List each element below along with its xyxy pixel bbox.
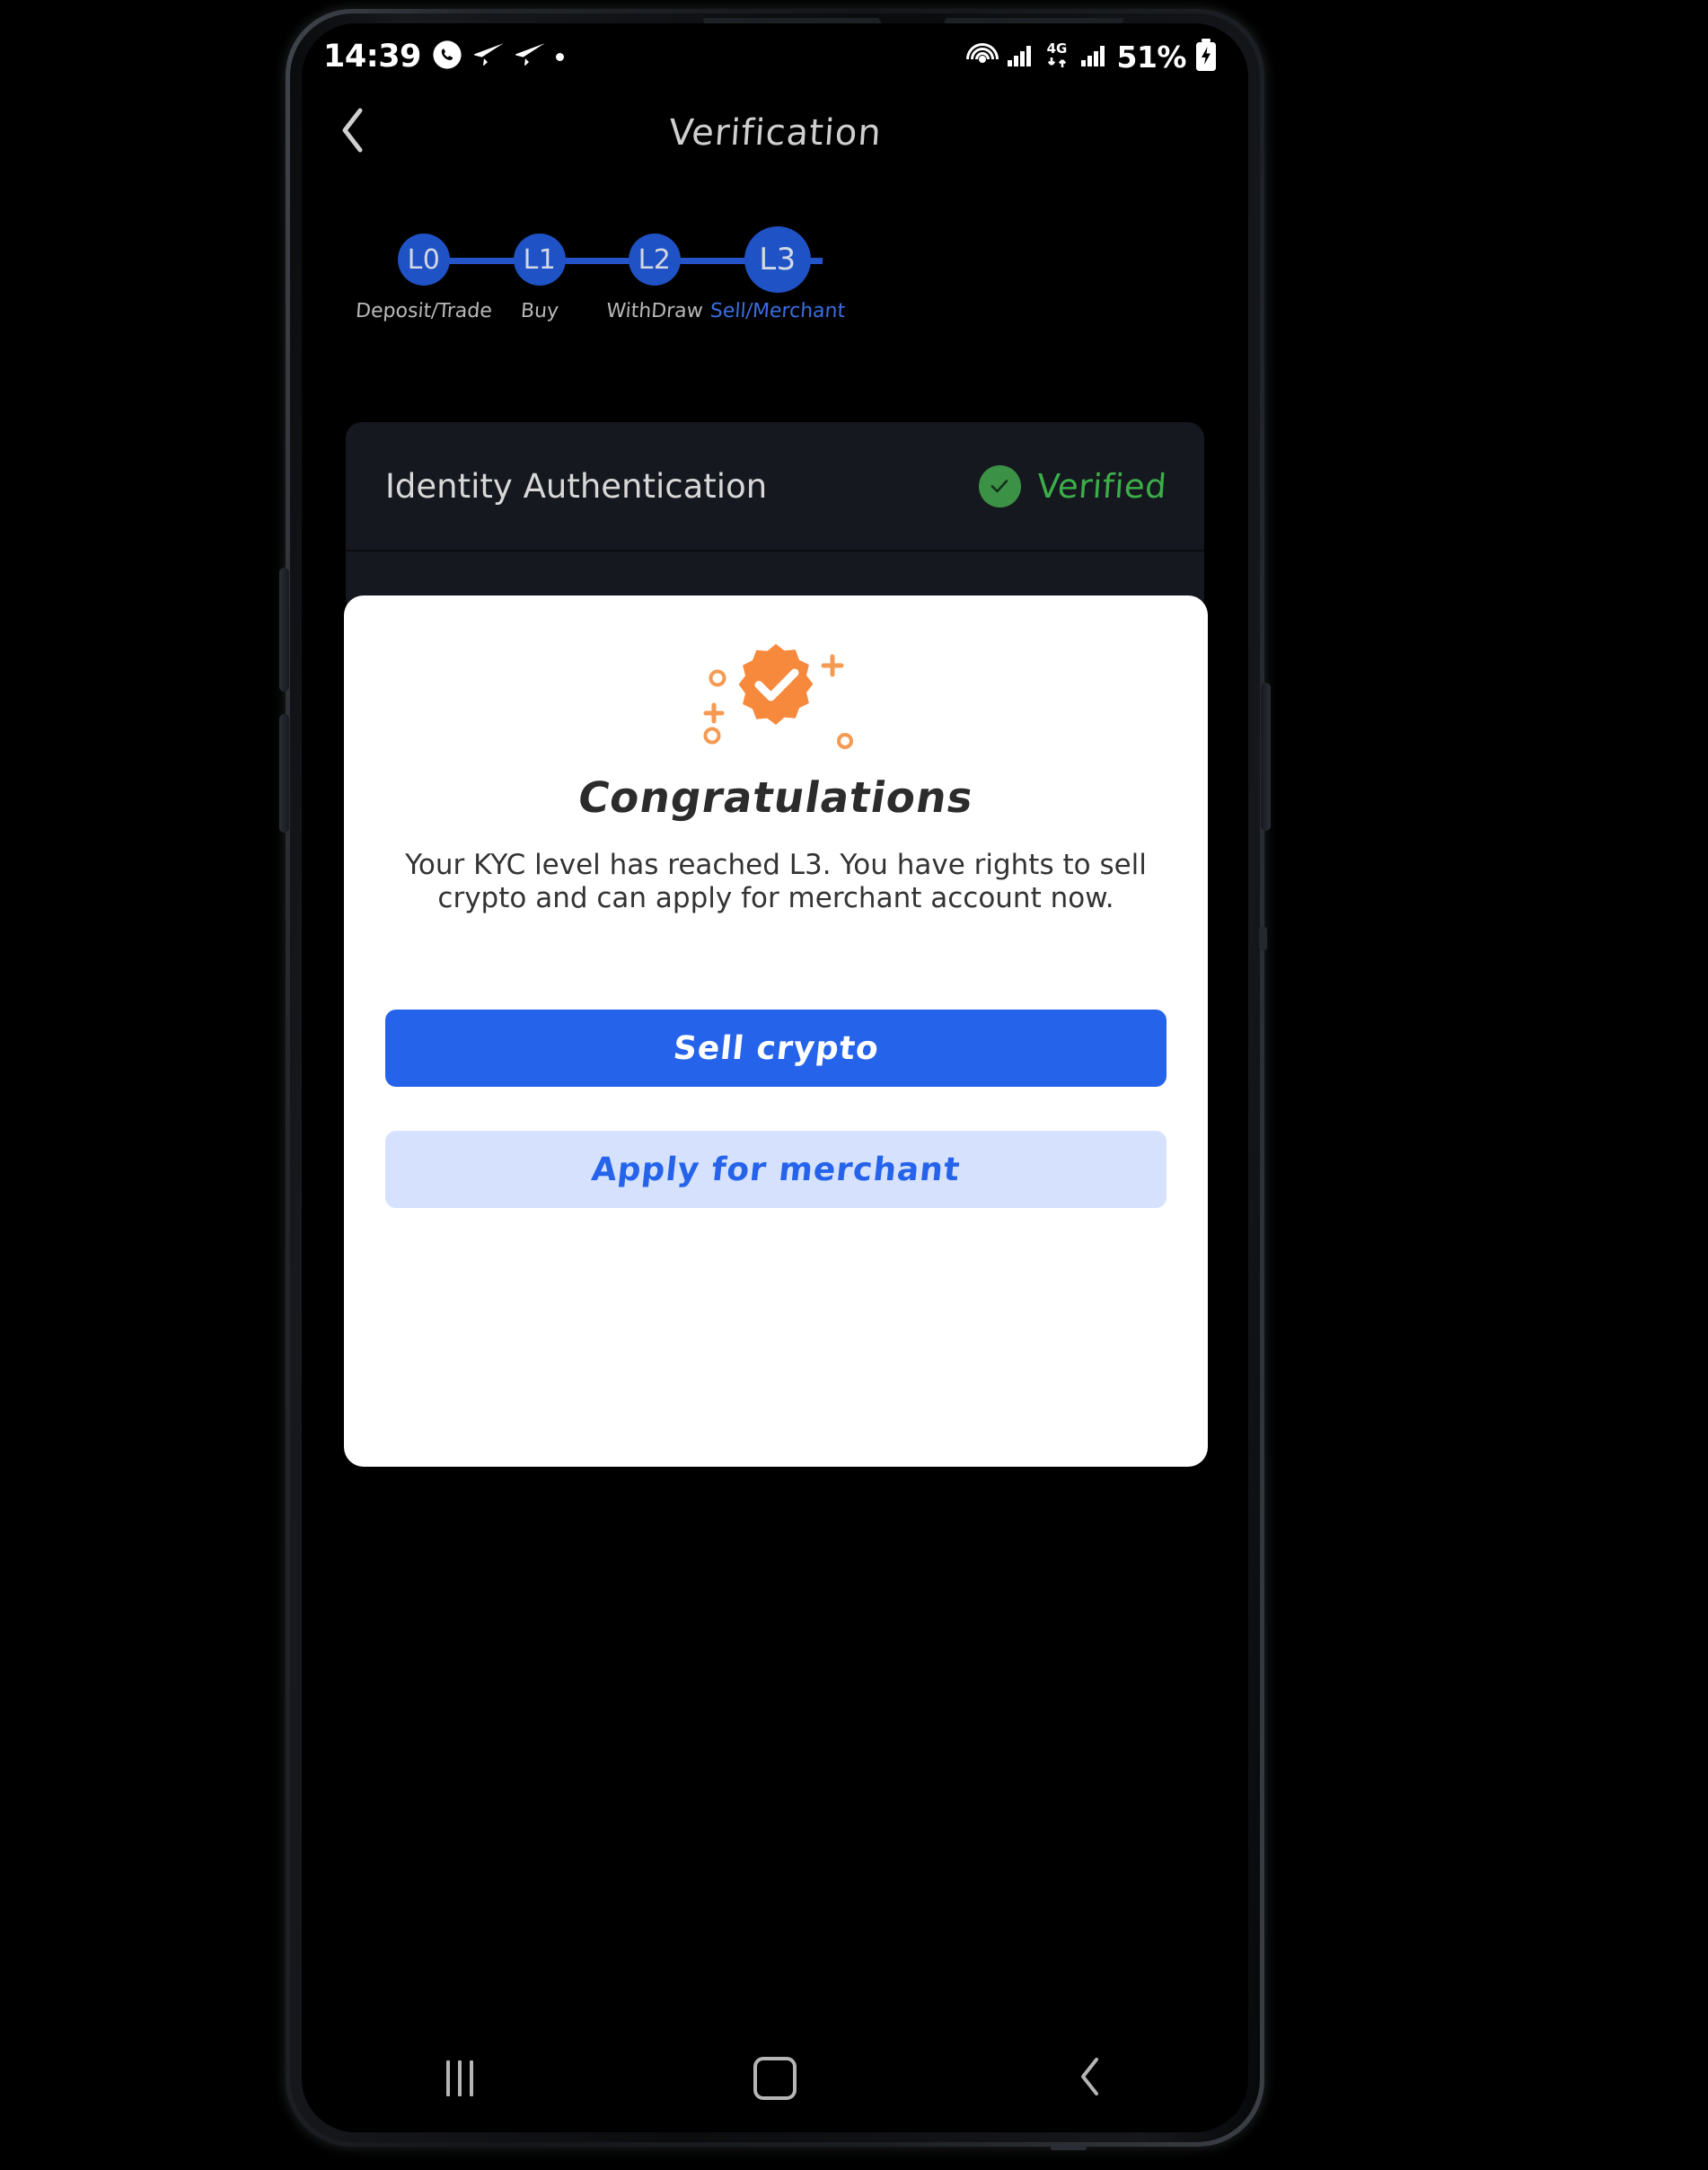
stepper-node-label: L0	[407, 243, 441, 276]
4g-data-icon: 4G	[1042, 40, 1072, 74]
telegram-icon	[473, 41, 504, 72]
stepper-node-label: L1	[523, 243, 557, 276]
battery-charging-icon	[1194, 38, 1218, 75]
volume-up-hardware-button[interactable]	[279, 568, 289, 692]
check-circle-icon	[978, 464, 1021, 507]
svg-text:4G: 4G	[1046, 40, 1067, 57]
telegram-icon	[515, 41, 545, 72]
android-navigation-bar	[302, 2024, 1248, 2132]
status-bar: 14:39 4G 51%	[302, 23, 1248, 90]
stepper-label-l3: Sell/Merchant	[709, 300, 847, 322]
stepper-node-l0[interactable]: L0	[398, 234, 450, 286]
app-header: Verification	[302, 90, 1248, 176]
hotspot-icon	[965, 40, 999, 73]
status-badge: Verified	[978, 464, 1168, 507]
charging-port	[1051, 2146, 1087, 2150]
home-icon	[753, 2057, 797, 2100]
recents-button[interactable]	[406, 2042, 514, 2114]
home-button[interactable]	[721, 2042, 829, 2114]
apply-for-merchant-button[interactable]: Apply for merchant	[385, 1131, 1167, 1208]
kyc-level-stepper: L0 L1 L2 L3 Deposit/Trade Buy WithDraw S…	[302, 226, 1248, 340]
card-divider	[346, 550, 1204, 551]
identity-authentication-card[interactable]: Identity Authentication Verified	[346, 422, 1204, 614]
recents-icon	[445, 2060, 473, 2096]
phone-screen: 14:39 4G 51% Verification L0 L1 L2 L3 De…	[302, 23, 1248, 2132]
identity-authentication-row: Identity Authentication Verified	[346, 422, 1204, 550]
nav-back-button[interactable]	[1036, 2042, 1144, 2114]
stepper-node-l2[interactable]: L2	[629, 234, 681, 286]
dialog-body-text: Your KYC level has reached L3. You have …	[405, 849, 1147, 914]
identity-authentication-title: Identity Authentication	[385, 466, 768, 506]
whatsapp-icon	[432, 40, 462, 74]
stepper-track: L0 L1 L2 L3	[302, 226, 1248, 293]
status-bar-clock: 14:39	[323, 39, 421, 75]
stepper-node-l1[interactable]: L1	[514, 234, 566, 286]
chevron-left-icon	[338, 107, 368, 157]
screenshot-stage: 14:39 4G 51% Verification L0 L1 L2 L3 De…	[0, 0, 1708, 2170]
signal-bars-icon	[1007, 41, 1034, 72]
power-hardware-button[interactable]	[1261, 683, 1271, 831]
status-bar-right: 4G 51%	[965, 38, 1219, 75]
verified-badge-icon	[691, 631, 861, 761]
stepper-node-l3[interactable]: L3	[744, 226, 811, 293]
congratulations-dialog: Congratulations Your KYC level has reach…	[344, 595, 1208, 1467]
nav-back-icon	[1077, 2056, 1104, 2101]
battery-percent-label: 51%	[1116, 39, 1187, 75]
stepper-node-label: L3	[759, 242, 797, 278]
dot-icon	[555, 52, 564, 61]
dialog-title: Congratulations	[574, 773, 978, 823]
sell-crypto-button[interactable]: Sell crypto	[385, 1010, 1167, 1087]
status-bar-left: 14:39	[323, 39, 564, 75]
badge-container	[344, 633, 1208, 759]
page-title: Verification	[667, 112, 883, 154]
stepper-node-label: L2	[638, 243, 672, 276]
back-button[interactable]	[321, 101, 384, 163]
volume-down-hardware-button[interactable]	[279, 714, 289, 833]
frame-antenna-band	[1259, 927, 1267, 950]
verified-label: Verified	[1035, 466, 1168, 506]
signal-bars-icon	[1080, 41, 1107, 72]
